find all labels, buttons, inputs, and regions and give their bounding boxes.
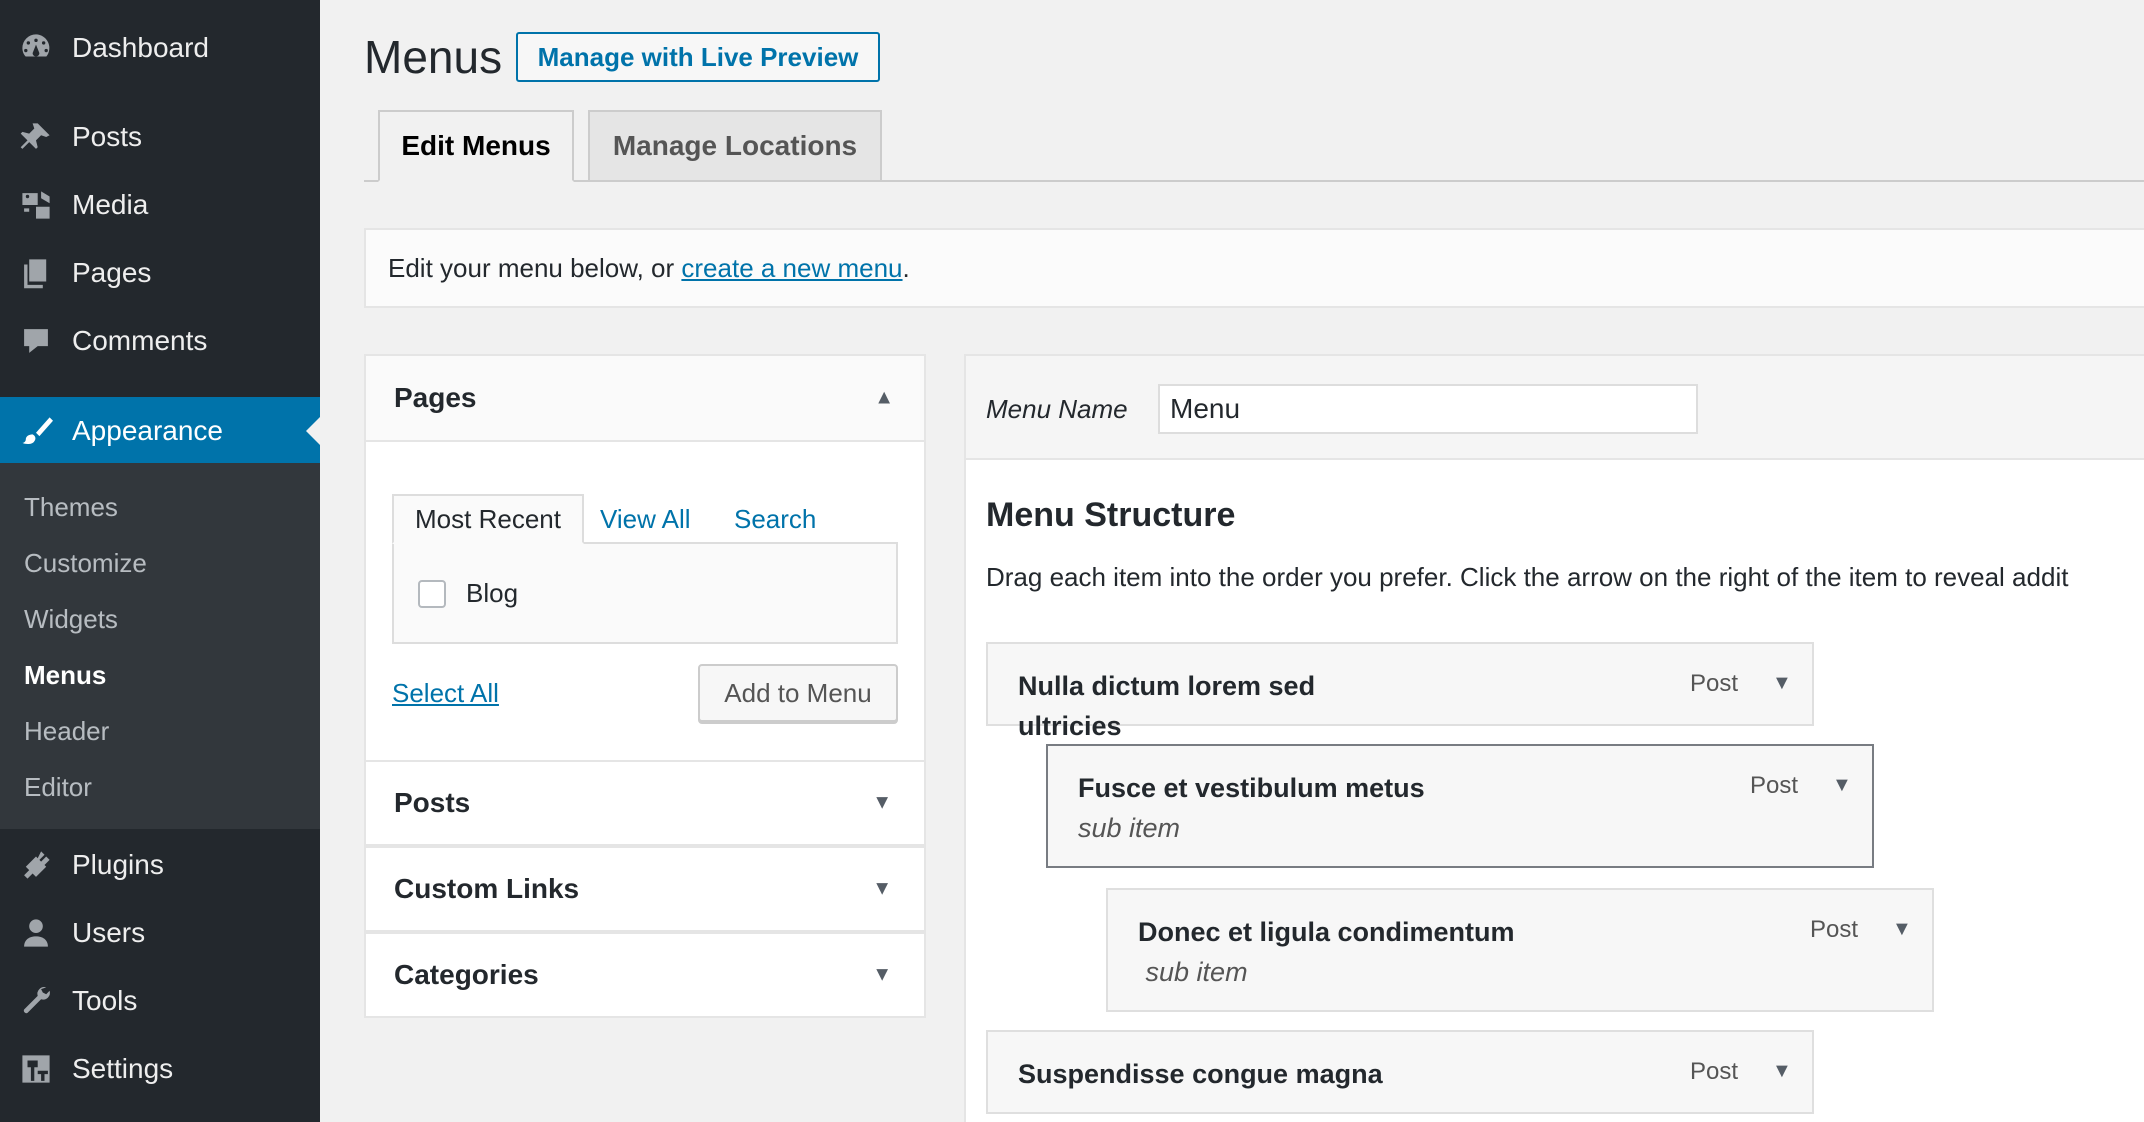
collapse-arrow-icon: ▲ xyxy=(874,386,894,409)
accordion-title: Categories xyxy=(394,959,539,990)
sidebar-item-appearance[interactable]: Appearance xyxy=(0,397,320,465)
menu-item[interactable]: Donec et ligula condimentum sub item Pos… xyxy=(1106,888,1934,1012)
submenu-item-themes[interactable]: Themes xyxy=(24,492,118,523)
submenu-item-widgets[interactable]: Widgets xyxy=(24,604,118,635)
blog-label[interactable]: Blog xyxy=(466,578,518,609)
item-expand-arrow-icon[interactable]: ▼ xyxy=(1772,1060,1792,1083)
settings-icon xyxy=(18,1051,54,1087)
sidebar-item-label: Settings xyxy=(72,1053,174,1084)
sidebar-item-posts[interactable]: Posts xyxy=(0,103,320,171)
user-icon xyxy=(18,915,54,951)
notice-suffix: . xyxy=(902,252,910,283)
accordion-title: Pages xyxy=(394,382,477,413)
accordion-title: Posts xyxy=(394,787,471,818)
appearance-submenu: Themes Customize Widgets Menus Header Ed… xyxy=(0,463,320,829)
menu-item[interactable]: Fusce et vestibulum metus sub item Post … xyxy=(1046,744,1874,868)
sidebar-item-pages[interactable]: Pages xyxy=(0,239,320,307)
paintbrush-icon xyxy=(18,413,54,449)
create-menu-link[interactable]: create a new menu xyxy=(681,253,902,284)
menu-item-title: Nulla dictum lorem sed ultricies xyxy=(1018,671,1316,741)
sidebar-item-tools[interactable]: Tools xyxy=(0,967,320,1035)
media-icon xyxy=(18,187,54,223)
accordion-posts-header[interactable]: Posts ▼ xyxy=(364,760,926,846)
sidebar-item-label: Dashboard xyxy=(72,32,209,63)
sidebar-item-users[interactable]: Users xyxy=(0,899,320,967)
menu-item-type: Post xyxy=(1690,1058,1739,1085)
menu-item-type: Post xyxy=(1750,772,1799,799)
sidebar-item-comments[interactable]: Comments xyxy=(0,307,320,375)
menu-item-title: Donec et ligula condimentum sub item xyxy=(1138,917,1515,987)
page-title: Menus xyxy=(364,31,503,83)
sidebar-item-label: Appearance xyxy=(72,415,224,446)
item-expand-arrow-icon[interactable]: ▼ xyxy=(1832,774,1852,797)
sidebar-item-label: Pages xyxy=(72,257,152,288)
menu-item-type: Post xyxy=(1810,916,1859,943)
sidebar-item-media[interactable]: Media xyxy=(0,171,320,239)
expand-arrow-icon: ▼ xyxy=(872,963,892,986)
sidebar-item-label: Plugins xyxy=(72,849,164,880)
sidebar-item-settings[interactable]: Settings xyxy=(0,1035,320,1103)
sidebar-item-label: Tools xyxy=(72,985,138,1016)
item-expand-arrow-icon[interactable]: ▼ xyxy=(1772,672,1792,695)
menu-notice: Edit your menu below, or create a new me… xyxy=(364,228,2144,308)
admin-sidebar: Dashboard Posts Media Pages Comments App… xyxy=(0,0,320,1122)
pages-icon xyxy=(18,255,54,291)
accordion-custom-links-header[interactable]: Custom Links ▼ xyxy=(364,846,926,932)
comment-icon xyxy=(18,323,54,359)
item-expand-arrow-icon[interactable]: ▼ xyxy=(1892,918,1912,941)
pin-icon xyxy=(18,119,54,155)
tab-most-recent[interactable]: Most Recent xyxy=(392,494,584,544)
dashboard-icon xyxy=(18,30,54,66)
wrench-icon xyxy=(18,983,54,1019)
submenu-item-customize[interactable]: Customize xyxy=(24,548,147,579)
accordion-pages-header[interactable]: Pages ▲ xyxy=(366,356,924,442)
add-to-menu-button[interactable]: Add to Menu xyxy=(698,664,898,722)
tab-view-all[interactable]: View All xyxy=(600,494,691,544)
submenu-item-menus[interactable]: Menus xyxy=(24,660,106,691)
notice-prefix: Edit your menu below, or xyxy=(388,252,675,283)
menu-item-title: Suspendisse congue magna xyxy=(1018,1059,1383,1089)
expand-arrow-icon: ▼ xyxy=(872,791,892,814)
submenu-item-header[interactable]: Header xyxy=(24,716,109,747)
submenu-item-editor[interactable]: Editor xyxy=(24,772,92,803)
menu-item-title: Fusce et vestibulum metus sub item xyxy=(1078,773,1425,843)
blog-checkbox[interactable] xyxy=(418,580,446,608)
menu-structure-description: Drag each item into the order you prefer… xyxy=(986,562,2069,592)
plugin-icon xyxy=(18,847,54,883)
menu-item[interactable]: Suspendisse congue magna Post ▼ xyxy=(986,1030,1814,1114)
accordion-categories-header[interactable]: Categories ▼ xyxy=(364,932,926,1018)
menu-structure-title: Menu Structure xyxy=(986,496,1236,534)
menu-item-type: Post xyxy=(1690,670,1739,697)
sidebar-item-label: Media xyxy=(72,189,149,220)
sidebar-item-label: Comments xyxy=(72,325,208,356)
menu-name-bar: Menu Name xyxy=(966,356,2144,460)
live-preview-button[interactable]: Manage with Live Preview xyxy=(516,32,880,82)
menu-item[interactable]: Nulla dictum lorem sed ultricies Post ▼ xyxy=(986,642,1814,741)
sidebar-item-dashboard[interactable]: Dashboard xyxy=(0,14,320,82)
accordion-title: Custom Links xyxy=(394,873,580,904)
sidebar-item-plugins[interactable]: Plugins xyxy=(0,831,320,899)
tab-edit-menus[interactable]: Edit Menus xyxy=(378,110,574,182)
tab-search[interactable]: Search xyxy=(734,494,816,544)
sidebar-item-label: Users xyxy=(72,917,146,948)
pages-list-panel: Blog xyxy=(392,542,898,644)
tab-manage-locations[interactable]: Manage Locations xyxy=(588,110,882,182)
menu-name-label: Menu Name xyxy=(986,394,1128,424)
expand-arrow-icon: ▼ xyxy=(872,877,892,900)
menu-name-input[interactable] xyxy=(1158,384,1698,434)
sidebar-item-label: Posts xyxy=(72,121,143,152)
select-all-link[interactable]: Select All xyxy=(392,678,499,709)
